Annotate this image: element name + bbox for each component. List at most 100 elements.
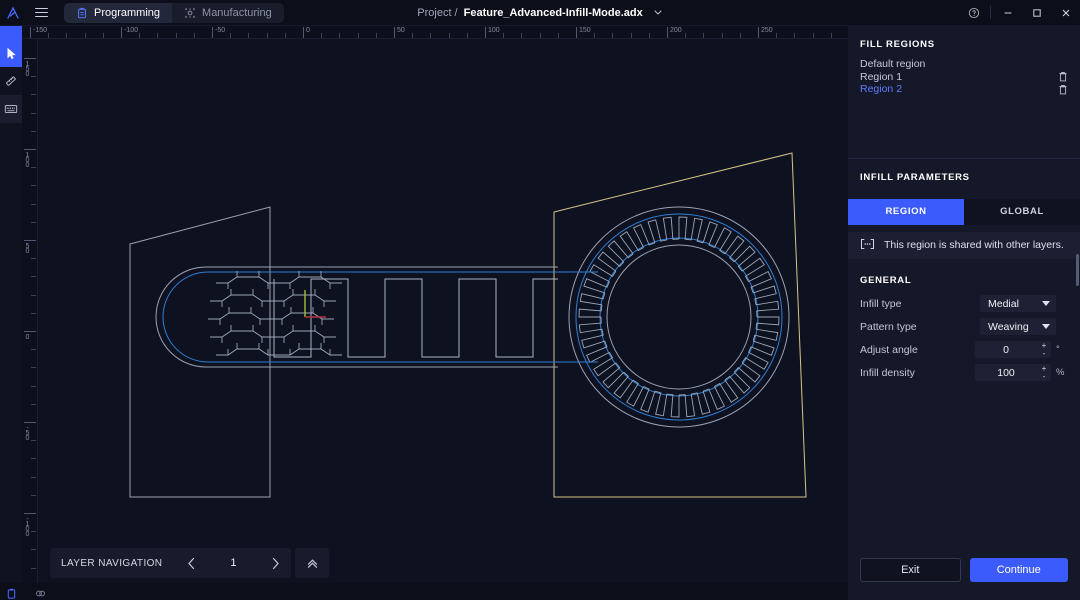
layer-nav-box: LAYER NAVIGATION 1 [50, 548, 292, 578]
select-tool[interactable] [0, 39, 22, 67]
ruler-minor-tick [339, 33, 341, 38]
lambda-logo-icon [0, 0, 26, 26]
double-chevron-up-icon[interactable] [295, 548, 330, 578]
ruler-minor-tick [648, 33, 650, 38]
field-label: Infill density [860, 366, 915, 379]
ruler-label: 150 [579, 27, 591, 34]
ruler-major-tick [24, 513, 36, 514]
help-button[interactable] [959, 0, 988, 26]
ruler-minor-tick [31, 494, 36, 496]
clipboard-status-icon[interactable] [6, 586, 17, 599]
adjust-angle-input[interactable]: 0 [975, 341, 1037, 358]
honeycomb-weave-infill [208, 271, 342, 356]
ruler-minor-tick [31, 549, 36, 551]
region-item-default[interactable]: Default region [860, 58, 1068, 71]
status-bar [0, 583, 848, 600]
current-layer-value[interactable]: 1 [207, 557, 259, 569]
ruler-major-tick [758, 27, 759, 38]
infill-parameters-title: INFILL PARAMETERS [860, 171, 970, 183]
ruler-major-tick [24, 149, 36, 150]
tab-manufacturing[interactable]: Manufacturing [172, 3, 284, 23]
ruler-label: 100 [488, 27, 500, 34]
ruler-label: -50 [24, 425, 31, 440]
pattern-type-value: Weaving [988, 320, 1029, 333]
region-item-1[interactable]: Region 1 [860, 71, 1068, 84]
visibility-status-icon[interactable] [35, 586, 46, 597]
minimize-button[interactable] [993, 0, 1022, 26]
infill-density-input[interactable]: 100 [975, 364, 1037, 381]
general-section-title: GENERAL [860, 274, 912, 286]
chevron-right-icon[interactable] [259, 548, 291, 578]
field-pattern-type: Pattern type Weaving [848, 316, 1080, 338]
tab-programming[interactable]: Programming [64, 2, 173, 23]
cad-canvas[interactable] [38, 39, 848, 583]
region-item-2[interactable]: Region 2 [860, 83, 1068, 96]
pattern-type-select[interactable]: Weaving [980, 318, 1056, 335]
maximize-button[interactable] [1022, 0, 1051, 26]
ruler-label: 200 [670, 27, 682, 34]
exit-button[interactable]: Exit [860, 558, 961, 582]
clipboard-icon [76, 7, 88, 19]
chevron-left-icon[interactable] [175, 548, 207, 578]
ruler-minor-tick [31, 112, 36, 114]
vertical-ruler[interactable]: 150 100 50 0 -50 -100 [22, 39, 38, 583]
adjust-angle-spinners: + - [1037, 341, 1051, 358]
ruler-label: 250 [761, 27, 773, 34]
field-label: Adjust angle [860, 343, 918, 356]
trash-icon[interactable] [1058, 84, 1068, 95]
field-infill-type: Infill type Medial [848, 293, 1080, 315]
layer-navigation: LAYER NAVIGATION 1 [50, 548, 330, 578]
infill-density-unit: % [1056, 367, 1065, 378]
trash-icon[interactable] [1058, 71, 1068, 82]
continue-button[interactable]: Continue [969, 558, 1068, 582]
hamburger-menu-icon[interactable] [26, 0, 56, 26]
ruler-major-tick [121, 27, 122, 38]
infill-type-select[interactable]: Medial [980, 295, 1056, 312]
infill-scope-tabs: REGION GLOBAL [848, 198, 1080, 225]
ruler-label: 100 [24, 152, 31, 167]
infill-density-spinners: + - [1037, 364, 1051, 381]
ruler-minor-tick [248, 33, 250, 38]
tab-region[interactable]: REGION [848, 198, 964, 225]
top-bar: Programming Manufacturing Project / Feat… [0, 0, 1080, 26]
stepper-decrement[interactable]: - [1043, 349, 1046, 358]
ruler-minor-tick [31, 203, 36, 205]
ruler-minor-tick [31, 567, 36, 569]
ruler-minor-tick [830, 33, 832, 38]
fill-regions-title: FILL REGIONS [860, 39, 935, 50]
ruler-minor-tick [48, 33, 50, 38]
ruler-major-tick [212, 27, 213, 38]
stepper-decrement[interactable]: - [1043, 372, 1046, 381]
tab-programming-label: Programming [94, 6, 161, 19]
ruler-minor-tick [31, 167, 36, 169]
horizontal-ruler[interactable]: -150 -100 -50 0 50 100 150 200 250 [22, 26, 848, 39]
ruler-minor-tick [539, 33, 541, 38]
ruler-minor-tick [357, 33, 359, 38]
ruler-minor-tick [31, 458, 36, 460]
ruler-minor-tick [266, 33, 268, 38]
shared-layers-text: This region is shared with other layers. [884, 239, 1064, 251]
ruler-minor-tick [594, 33, 596, 38]
ruler-minor-tick [31, 403, 36, 405]
ruler-minor-tick [31, 312, 36, 314]
ruler-minor-tick [776, 33, 778, 38]
chevron-down-icon [1042, 324, 1050, 329]
panel-scrollbar[interactable] [1076, 254, 1079, 286]
ruler-major-tick [24, 422, 36, 423]
ring-inner-gray [606, 244, 752, 390]
tab-global[interactable]: GLOBAL [964, 198, 1080, 225]
ruler-minor-tick [193, 33, 195, 38]
left-toolbar [0, 26, 22, 583]
ruler-minor-tick [230, 33, 232, 38]
keyboard-tool[interactable] [0, 95, 22, 123]
ruler-major-tick [576, 27, 577, 38]
measure-tool[interactable] [0, 67, 22, 95]
chevron-down-icon[interactable] [653, 7, 663, 20]
ruler-minor-tick [557, 33, 559, 38]
ruler-minor-tick [321, 33, 323, 38]
ruler-minor-tick [102, 33, 104, 38]
close-button[interactable] [1051, 0, 1080, 26]
infill-type-value: Medial [988, 297, 1019, 310]
ruler-minor-tick [31, 385, 36, 387]
shared-layers-note: This region is shared with other layers. [848, 231, 1080, 259]
